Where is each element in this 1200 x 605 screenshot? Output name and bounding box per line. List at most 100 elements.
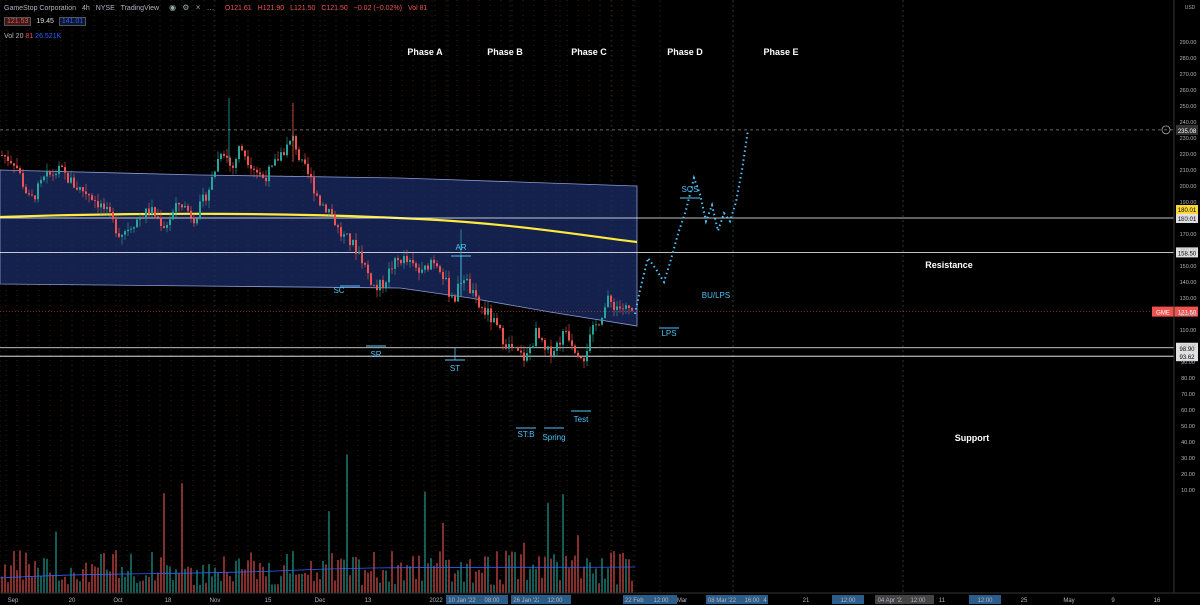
volume-bar (310, 560, 312, 593)
candle-body (262, 174, 264, 178)
volume-bar (505, 550, 507, 593)
volume-bar (319, 579, 321, 593)
candle-body (247, 156, 249, 165)
candle-body (46, 170, 48, 177)
candle-body (406, 256, 408, 262)
symbol-title[interactable]: GameStop Corporation (4, 5, 76, 12)
volume-bar (139, 581, 141, 593)
candle-body (79, 187, 81, 190)
volume-bar (223, 556, 225, 593)
candle-body (319, 195, 321, 206)
support-annotation: Support (955, 433, 990, 443)
volume-bar (214, 567, 216, 593)
bid-price[interactable]: 121.53 (4, 17, 32, 26)
x-tick-label: 12:00 (977, 598, 993, 604)
x-tick-label: 21 (803, 598, 810, 604)
volume-bar (1, 576, 3, 593)
x-tick-label: 12:00 (910, 598, 926, 604)
candle-body (115, 219, 117, 234)
y-tick-label: 120.00 (1180, 312, 1197, 318)
y-tick-label: 280.00 (1180, 56, 1197, 62)
volume-bar (193, 584, 195, 593)
settings-icon[interactable]: ⚙ (182, 3, 189, 12)
candle-body (4, 155, 6, 157)
candle-body (241, 146, 243, 151)
volume-bar (550, 558, 552, 593)
volume-bar (34, 561, 36, 593)
candle-body (136, 219, 138, 228)
candle-body (487, 308, 489, 315)
candle-body (469, 278, 471, 294)
candle-body (391, 268, 393, 270)
candle-body (328, 209, 330, 213)
x-tick-label: 26 Jan '22 (513, 598, 541, 604)
candle-body (490, 308, 492, 323)
x-tick-label: 20 (69, 598, 76, 604)
candle-body (586, 351, 588, 362)
volume-bar (580, 578, 582, 593)
candle-body (337, 225, 339, 228)
x-tick-label: Sep (8, 598, 19, 604)
candle-body (604, 307, 606, 318)
phase-label: Phase C (571, 47, 607, 57)
x-tick-label: 25 (1021, 598, 1028, 604)
volume-bar (556, 561, 558, 593)
volume-bar (571, 560, 573, 593)
candle-body (286, 144, 288, 156)
y-tick-label: 20.00 (1181, 472, 1195, 478)
candle-body (238, 146, 240, 160)
event-label: ST:B (518, 430, 535, 439)
volume-bar (154, 580, 156, 593)
volume-bar (337, 560, 339, 593)
candle-body (52, 174, 54, 176)
volume-bar (22, 579, 24, 593)
y-tick-label: 70.00 (1181, 392, 1195, 398)
volume-bar (535, 568, 537, 593)
volume-bar (625, 558, 627, 593)
candle-body (130, 228, 132, 230)
x-tick-label: 15 (265, 598, 272, 604)
candle-body (310, 174, 312, 178)
interval-label[interactable]: 4h (82, 5, 90, 12)
volume-bar (73, 572, 75, 593)
bid-ask-row: 121.53 19.45 141.01 (4, 17, 87, 26)
candle-body (250, 164, 252, 169)
candle-body (274, 159, 276, 166)
volume-bar (400, 562, 402, 593)
volume-bar (559, 580, 561, 593)
volume-bar (187, 566, 189, 593)
candle-body (226, 155, 228, 158)
volume-bar (622, 552, 624, 593)
close-icon[interactable]: × (196, 3, 201, 12)
candle-body (19, 168, 21, 174)
volume-bar (241, 569, 243, 593)
candle-body (475, 290, 477, 297)
volume-bar (94, 566, 96, 593)
candle-body (352, 239, 354, 246)
volume-bar (229, 576, 231, 593)
candle-body (622, 308, 624, 310)
volume-bar (628, 559, 630, 593)
candle-body (94, 200, 96, 201)
resistance-annotation: Resistance (925, 260, 973, 270)
price-chart[interactable]: 180.01158.5098.9093.62180.01235.08GME 121… (0, 0, 1200, 605)
more-icon[interactable]: … (207, 3, 215, 12)
y-tick-label: 160.00 (1180, 248, 1197, 254)
volume-bar (595, 568, 597, 593)
candle-body (400, 260, 402, 264)
ask-price[interactable]: 141.01 (58, 17, 87, 26)
volume-bar (547, 502, 549, 593)
volume-bar (121, 566, 123, 593)
candle-body (127, 229, 129, 232)
volume-bar (4, 564, 6, 593)
volume-bar (451, 581, 453, 593)
volume-bar (391, 551, 393, 593)
volume-bar (577, 535, 579, 593)
volume-bar (211, 576, 213, 593)
candle-body (607, 295, 609, 308)
volume-bar (133, 576, 135, 593)
eye-icon[interactable]: ◉ (169, 3, 176, 12)
volume-bar (31, 577, 33, 593)
volume-bar (532, 564, 534, 593)
volume-bar (397, 565, 399, 593)
